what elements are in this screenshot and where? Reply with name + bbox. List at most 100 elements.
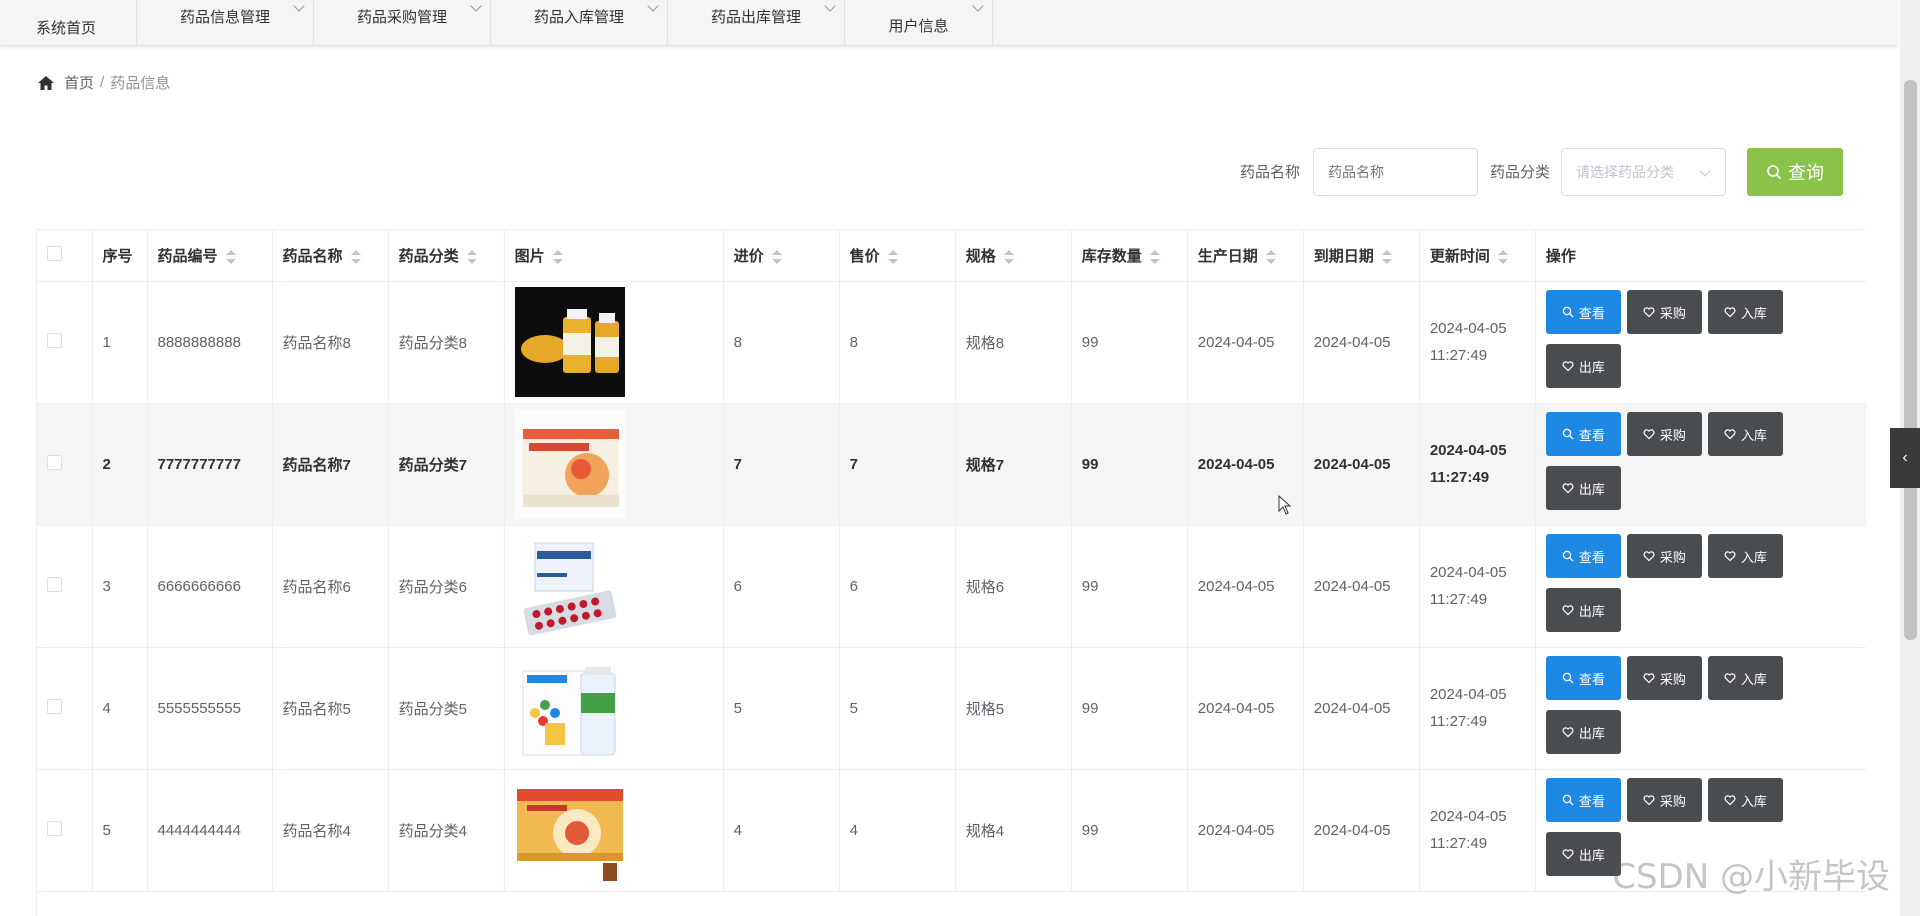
nav-item-drug-info[interactable]: 药品信息管理 xyxy=(137,0,315,46)
updated-time: 11:27:49 xyxy=(1429,469,1490,486)
header-expiry-date[interactable]: 到期日期 xyxy=(1303,230,1420,282)
stock-in-button[interactable]: 入库 xyxy=(1707,534,1783,578)
header-purchase-price[interactable]: 进价 xyxy=(723,230,840,282)
breadcrumb-home[interactable]: 首页 xyxy=(64,72,94,93)
row-select[interactable] xyxy=(37,769,93,892)
stock-out-button[interactable]: 出库 xyxy=(1545,832,1621,876)
stock-out-button[interactable]: 出库 xyxy=(1545,344,1621,388)
sort-icon[interactable] xyxy=(887,249,898,265)
row-code: 7777777777 xyxy=(147,403,273,526)
search-name-input[interactable] xyxy=(1313,148,1478,196)
checkbox[interactable] xyxy=(47,698,62,714)
purchase-button[interactable]: 采购 xyxy=(1626,290,1702,334)
row-select[interactable] xyxy=(37,525,93,648)
table-row[interactable]: 5 4444444444 药品名称4 药品分类4 4 4 规格4 99 2024… xyxy=(37,769,1866,892)
header-label: 更新时间 xyxy=(1429,247,1490,265)
row-code: 4444444444 xyxy=(147,769,273,892)
drug-image[interactable] xyxy=(514,287,625,397)
row-sale-price: 5 xyxy=(839,647,956,770)
table-row[interactable]: 3 6666666666 药品名称6 药品分类6 6 6 规格6 99 2024… xyxy=(37,525,1866,648)
checkbox[interactable] xyxy=(47,245,62,261)
sort-icon[interactable] xyxy=(1265,249,1276,265)
chevron-down-icon xyxy=(972,0,984,12)
header-category[interactable]: 药品分类 xyxy=(388,230,505,282)
header-label: 进价 xyxy=(733,247,764,265)
row-code: 6666666666 xyxy=(147,525,273,648)
header-select-all[interactable] xyxy=(37,230,93,282)
header-production-date[interactable]: 生产日期 xyxy=(1187,230,1304,282)
row-select[interactable] xyxy=(37,403,93,526)
heart-icon xyxy=(1643,673,1655,684)
sort-icon[interactable] xyxy=(771,249,782,265)
table-row[interactable]: 2 7777777777 药品名称7 药品分类7 7 7 规格7 99 2024… xyxy=(37,403,1866,526)
header-spec[interactable]: 规格 xyxy=(955,230,1072,282)
row-select[interactable] xyxy=(37,281,93,404)
category-select[interactable]: 请选择药品分类 xyxy=(1561,148,1726,196)
row-purchase-price: 6 xyxy=(723,525,840,648)
checkbox[interactable] xyxy=(47,820,62,836)
sort-icon[interactable] xyxy=(1497,249,1508,265)
stock-out-button[interactable]: 出库 xyxy=(1545,588,1621,632)
sort-icon[interactable] xyxy=(552,249,563,265)
row-actions: 查看 采购 入库 出库 xyxy=(1535,403,1866,526)
row-production-date: 2024-04-05 xyxy=(1187,281,1304,404)
row-select[interactable] xyxy=(37,647,93,770)
scrollbar-thumb[interactable] xyxy=(1904,80,1917,640)
sort-icon[interactable] xyxy=(225,249,236,265)
header-sale-price[interactable]: 售价 xyxy=(839,230,956,282)
checkbox[interactable] xyxy=(47,332,62,348)
sort-icon[interactable] xyxy=(1149,249,1160,265)
sort-icon[interactable] xyxy=(350,249,361,265)
row-actions: 查看 采购 入库 出库 xyxy=(1535,281,1866,404)
stock-out-button[interactable]: 出库 xyxy=(1545,710,1621,754)
header-name[interactable]: 药品名称 xyxy=(272,230,389,282)
stock-in-button[interactable]: 入库 xyxy=(1707,412,1783,456)
home-icon[interactable] xyxy=(38,75,54,90)
view-button[interactable]: 查看 xyxy=(1545,778,1621,822)
stock-in-button[interactable]: 入库 xyxy=(1707,778,1783,822)
nav-item-home[interactable]: 系统首页 xyxy=(0,0,138,46)
drug-image[interactable] xyxy=(514,653,625,763)
checkbox[interactable] xyxy=(47,454,62,470)
sort-icon[interactable] xyxy=(1381,249,1392,265)
updated-time: 11:27:49 xyxy=(1429,591,1488,608)
purchase-button[interactable]: 采购 xyxy=(1626,656,1702,700)
view-button[interactable]: 查看 xyxy=(1545,412,1621,456)
nav-item-stock-in[interactable]: 药品入库管理 xyxy=(491,0,669,46)
table-row[interactable]: 1 8888888888 药品名称8 药品分类8 8 8 规格8 99 2024… xyxy=(37,281,1866,404)
nav-item-purchase[interactable]: 药品采购管理 xyxy=(314,0,492,46)
header-updated[interactable]: 更新时间 xyxy=(1419,230,1536,282)
view-button[interactable]: 查看 xyxy=(1545,534,1621,578)
header-label: 售价 xyxy=(849,247,880,265)
breadcrumb-separator: / xyxy=(100,74,105,91)
chevron-down-icon xyxy=(647,0,659,12)
query-button[interactable]: 查询 xyxy=(1747,148,1843,196)
nav-item-user-info[interactable]: 用户信息 xyxy=(845,0,994,46)
button-label: 出库 xyxy=(1578,481,1605,497)
drug-image[interactable] xyxy=(514,409,625,519)
row-purchase-price: 4 xyxy=(723,769,840,892)
purchase-button[interactable]: 采购 xyxy=(1626,778,1702,822)
purchase-button[interactable]: 采购 xyxy=(1626,412,1702,456)
drug-image[interactable] xyxy=(514,775,625,885)
watermark: CSDN @小新毕设 xyxy=(1612,857,1890,897)
stock-in-button[interactable]: 入库 xyxy=(1707,656,1783,700)
sort-icon[interactable] xyxy=(1003,249,1014,265)
button-label: 采购 xyxy=(1659,671,1686,687)
table-header-row: 序号 药品编号 药品名称 药品分类 图片 进价 售价 规格 库存数量 生产日期 … xyxy=(37,230,1866,282)
sort-icon[interactable] xyxy=(466,249,477,265)
header-image[interactable]: 图片 xyxy=(504,230,724,282)
nav-item-stock-out[interactable]: 药品出库管理 xyxy=(668,0,846,46)
header-code[interactable]: 药品编号 xyxy=(147,230,273,282)
checkbox[interactable] xyxy=(47,576,62,592)
drug-image[interactable] xyxy=(514,531,625,641)
stock-in-button[interactable]: 入库 xyxy=(1707,290,1783,334)
view-button[interactable]: 查看 xyxy=(1545,656,1621,700)
side-panel-toggle[interactable]: ‹ xyxy=(1890,428,1920,488)
view-button[interactable]: 查看 xyxy=(1545,290,1621,334)
row-name: 药品名称6 xyxy=(272,525,389,648)
header-stock[interactable]: 库存数量 xyxy=(1071,230,1188,282)
purchase-button[interactable]: 采购 xyxy=(1626,534,1702,578)
table-row[interactable]: 4 5555555555 药品名称5 药品分类5 5 5 规格5 99 2024… xyxy=(37,647,1866,770)
stock-out-button[interactable]: 出库 xyxy=(1545,466,1621,510)
